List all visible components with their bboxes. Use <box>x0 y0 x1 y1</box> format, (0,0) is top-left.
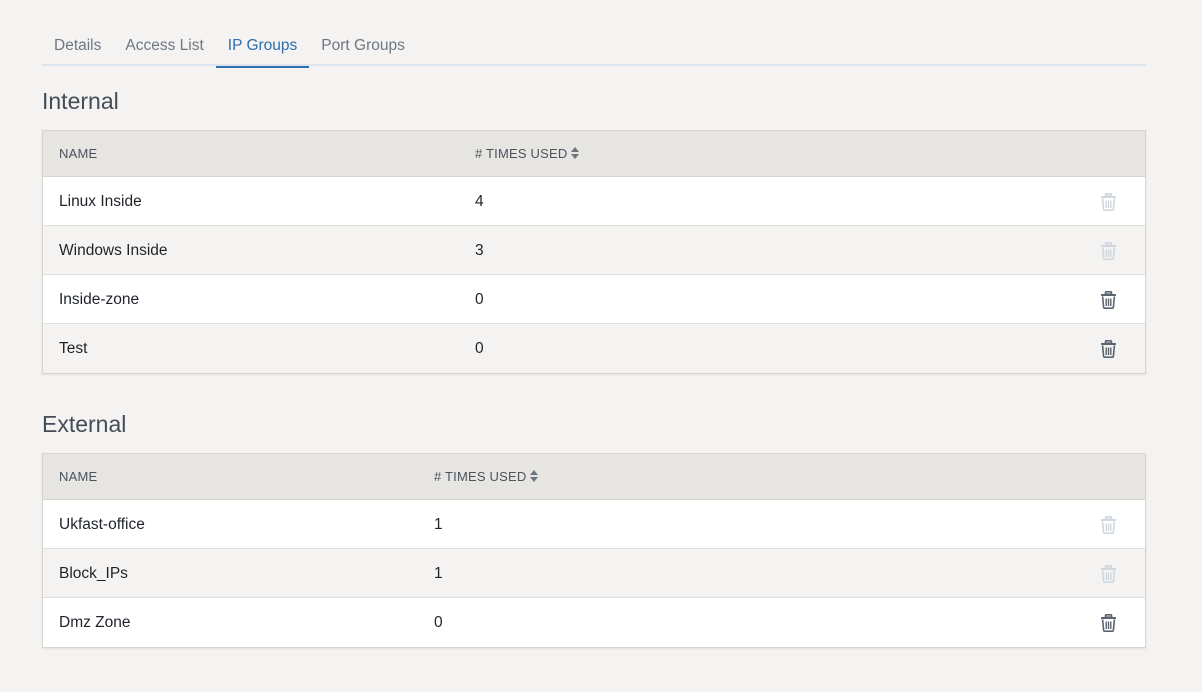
external-section-title: External <box>42 411 127 437</box>
table-row: Ukfast-office 1 <box>43 500 1145 549</box>
row-name: Ukfast-office <box>59 516 145 533</box>
sort-icon <box>530 470 539 482</box>
row-name: Test <box>59 340 88 357</box>
table-body: Linux Inside 4 Windows Inside 3 Inside-zone 0… <box>43 177 1145 373</box>
table-header: NAME # TIMES USED <box>43 454 1145 500</box>
row-times-used: 1 <box>434 516 443 533</box>
row-name: Block_IPs <box>59 565 128 582</box>
row-name: Linux Inside <box>59 193 142 210</box>
table-row: Block_IPs 1 <box>43 549 1145 598</box>
row-name: Dmz Zone <box>59 614 131 631</box>
row-name: Inside-zone <box>59 291 140 308</box>
table-body: Ukfast-office 1 Block_IPs 1 Dmz Zone 0 <box>43 500 1145 647</box>
table-row: Inside-zone 0 <box>43 275 1145 324</box>
table-row: Dmz Zone 0 <box>43 598 1145 647</box>
delete-icon <box>1100 565 1117 583</box>
column-header-times-used-label: # TIMES USED <box>475 146 568 161</box>
sort-icon <box>571 147 580 159</box>
tab-bar: Details Access List IP Groups Port Group… <box>42 28 1146 68</box>
external-table: NAME # TIMES USED Ukfast-office 1 Block_IP… <box>42 453 1146 648</box>
tab-access-list[interactable]: Access List <box>113 28 215 66</box>
row-times-used: 0 <box>475 291 484 308</box>
row-name: Windows Inside <box>59 242 168 259</box>
table-row: Windows Inside 3 <box>43 226 1145 275</box>
table-row: Linux Inside 4 <box>43 177 1145 226</box>
column-header-times-used[interactable]: # TIMES USED <box>434 454 539 500</box>
delete-icon <box>1100 516 1117 534</box>
row-times-used: 4 <box>475 193 484 210</box>
internal-table: NAME # TIMES USED Linux Inside 4 Windows I… <box>42 130 1146 374</box>
column-header-times-used-label: # TIMES USED <box>434 469 527 484</box>
tab-details[interactable]: Details <box>42 28 113 66</box>
row-times-used: 3 <box>475 242 484 259</box>
table-header: NAME # TIMES USED <box>43 131 1145 177</box>
table-row: Test 0 <box>43 324 1145 373</box>
delete-icon <box>1100 193 1117 211</box>
ip-groups-page: Details Access List IP Groups Port Group… <box>0 0 1202 692</box>
tab-ip-groups[interactable]: IP Groups <box>215 28 310 68</box>
delete-icon[interactable] <box>1100 291 1117 309</box>
column-header-name[interactable]: NAME <box>59 454 97 500</box>
column-header-name[interactable]: NAME <box>59 131 97 177</box>
column-header-times-used[interactable]: # TIMES USED <box>475 131 580 177</box>
delete-icon <box>1100 242 1117 260</box>
delete-icon[interactable] <box>1100 614 1117 632</box>
row-times-used: 0 <box>434 614 443 631</box>
tab-port-groups[interactable]: Port Groups <box>309 28 417 66</box>
row-times-used: 1 <box>434 565 443 582</box>
delete-icon[interactable] <box>1100 340 1117 358</box>
row-times-used: 0 <box>475 340 484 357</box>
internal-section-title: Internal <box>42 88 119 114</box>
